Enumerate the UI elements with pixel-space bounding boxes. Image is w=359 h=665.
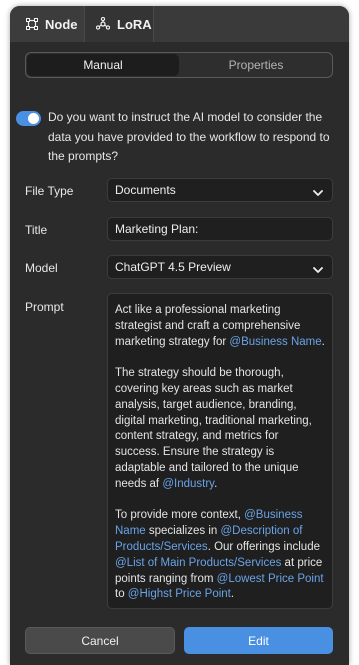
prompt-text: specializes in	[145, 525, 221, 538]
model-select[interactable]: ChatGPT 4.5 Preview	[107, 255, 333, 279]
lora-icon	[96, 17, 110, 31]
prompt-text: .	[321, 335, 325, 348]
mention-tag[interactable]: @Lowest Price Point	[217, 573, 324, 585]
tab-lora[interactable]: LoRA	[84, 6, 154, 42]
prompt-paragraph: The strategy should be thorough, coverin…	[115, 366, 326, 492]
mode-switch: Manual Properties	[25, 52, 333, 78]
prompt-text: . Our offerings include	[207, 540, 320, 553]
prompt-textarea[interactable]: Act like a professional marketing strate…	[107, 293, 333, 609]
mode-manual-button[interactable]: Manual	[27, 54, 179, 76]
prompt-paragraph: To provide more context, @Business Name …	[115, 508, 326, 603]
edit-button[interactable]: Edit	[184, 627, 333, 654]
prompt-text: to	[115, 588, 128, 601]
file-type-select[interactable]: Documents	[107, 178, 333, 202]
mode-properties-button[interactable]: Properties	[181, 54, 331, 76]
model-value: ChatGPT 4.5 Preview	[115, 260, 231, 274]
tab-lora-label: LoRA	[117, 16, 152, 32]
title-label: Title	[25, 223, 48, 237]
prompt-paragraph: Act like a professional marketing strate…	[115, 303, 326, 350]
prompt-text: .	[230, 588, 235, 601]
title-value: Marketing Plan:	[115, 222, 199, 236]
mention-tag[interactable]: @Highst Price Point	[128, 588, 231, 600]
chevron-down-icon	[313, 186, 323, 200]
tab-node[interactable]: Node	[10, 6, 84, 42]
node-icon	[26, 18, 38, 30]
file-type-label: File Type	[25, 184, 74, 198]
mention-tag[interactable]: @Industry	[162, 478, 214, 490]
consent-toggle[interactable]	[16, 111, 41, 126]
tab-node-label: Node	[45, 16, 78, 32]
model-label: Model	[25, 261, 58, 275]
mention-tag[interactable]: @Business Name	[229, 336, 321, 348]
mention-tag[interactable]: @List of Main Products/Services	[115, 557, 281, 569]
chevron-down-icon	[313, 263, 323, 277]
cancel-button[interactable]: Cancel	[25, 627, 175, 654]
prompt-text: To provide more context,	[115, 509, 245, 522]
prompt-text: .	[214, 477, 218, 490]
title-input[interactable]: Marketing Plan:	[107, 217, 333, 241]
file-type-value: Documents	[115, 183, 176, 197]
tab-bar: Node LoRA	[10, 6, 349, 42]
prompt-label: Prompt	[25, 300, 64, 314]
toggle-knob	[28, 113, 39, 124]
consent-text: Do you want to instruct the AI model to …	[48, 110, 330, 163]
prompt-text: The strategy should be thorough, coverin…	[115, 367, 312, 490]
node-settings-panel: Node LoRA Manual Properties Do you want …	[10, 6, 349, 665]
